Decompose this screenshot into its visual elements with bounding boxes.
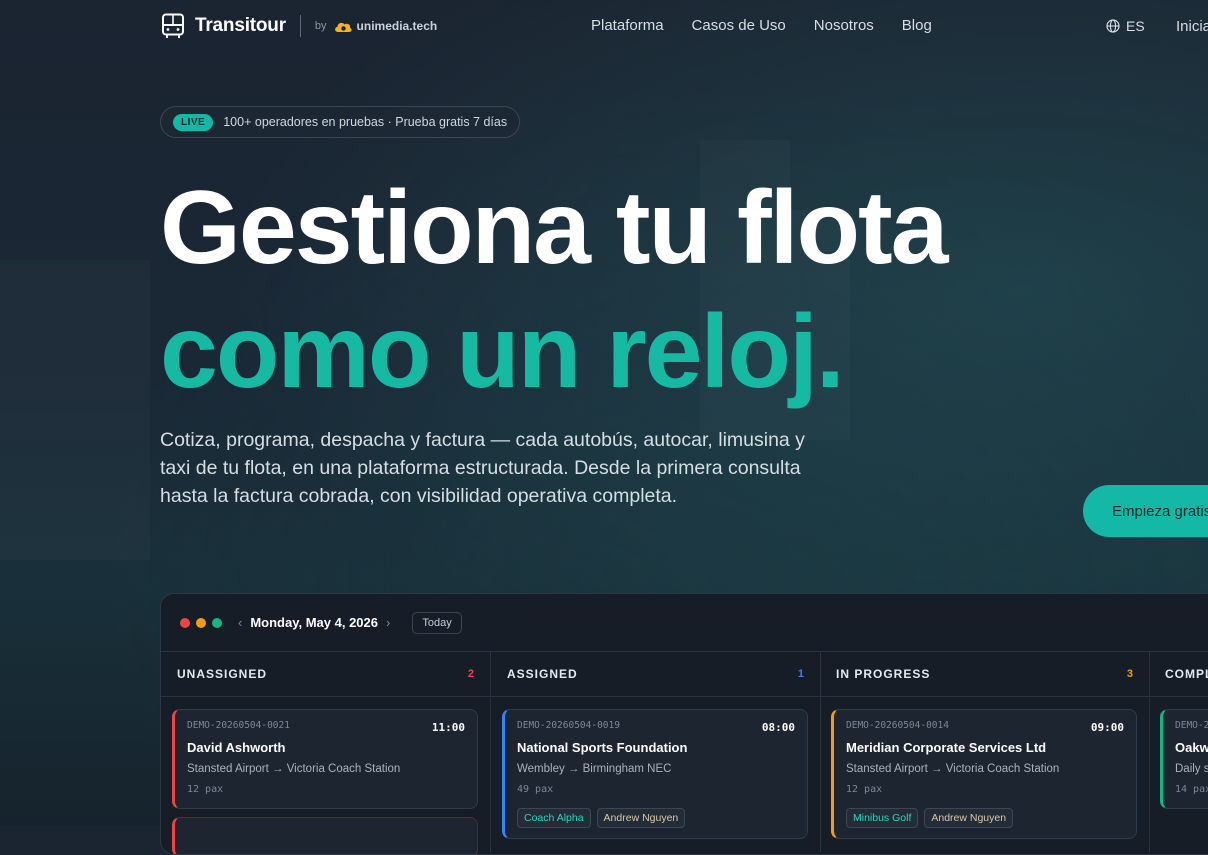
- trip-route: Stansted Airport → Victoria Coach Statio…: [846, 763, 1060, 775]
- column-unassigned: UNASSIGNED 2 DEMO-20260504-0021 11:00 Da…: [161, 652, 491, 854]
- live-badge: LIVE 100+ operadores en pruebas · Prueba…: [160, 106, 521, 138]
- trip-card[interactable]: DEMO-20260504-0014 09:00 Meridian Corpor…: [831, 709, 1137, 839]
- globe-icon: [1106, 19, 1120, 33]
- trip-route: Daily s: [1175, 763, 1208, 775]
- window-maximize-dot: [212, 617, 222, 628]
- trip-pax: 12 pax: [846, 784, 883, 795]
- nav-link-nosotros[interactable]: Nosotros: [814, 17, 874, 34]
- brand-by-label: by: [314, 20, 327, 32]
- dispatch-board-preview: ‹ Monday, May 4, 2026 › Today UNASSIGNED…: [160, 593, 1208, 855]
- column-title: IN PROGRESS: [836, 667, 931, 681]
- brand-divider: [299, 15, 301, 37]
- driver-tag: Andrew Nguyen: [924, 808, 1014, 828]
- vehicle-tag: Minibus Golf: [846, 808, 919, 828]
- trip-time: 09:00: [1090, 721, 1124, 734]
- trip-tags: Coach Alpha Andrew Nguyen: [517, 808, 686, 828]
- chevron-right-icon[interactable]: ›: [386, 615, 390, 630]
- trip-id: DEMO-20260504-0021: [187, 720, 290, 731]
- trip-route: Stansted Airport → Victoria Coach Statio…: [187, 763, 401, 775]
- column-in-progress: IN PROGRESS 3 DEMO-20260504-0014 09:00 M…: [820, 652, 1150, 852]
- language-label: ES: [1126, 18, 1145, 34]
- column-count: 3: [1126, 668, 1133, 680]
- board-columns: UNASSIGNED 2 DEMO-20260504-0021 11:00 Da…: [161, 652, 1208, 854]
- window-close-dot: [180, 617, 190, 628]
- hero-headline-accent: como un reloj.: [160, 294, 845, 410]
- column-header: ASSIGNED 1: [491, 652, 820, 697]
- chevron-left-icon[interactable]: ‹: [238, 615, 242, 630]
- trip-client: David Ashworth: [187, 740, 286, 755]
- trip-client: Oakwood: [1175, 740, 1208, 755]
- brand-logo[interactable]: Transitour by unimedia.tech: [161, 12, 437, 40]
- board-date: Monday, May 4, 2026: [250, 615, 378, 630]
- nav-links: Plataforma Casos de Uso Nosotros Blog: [591, 17, 932, 34]
- partner-name: unimedia.tech: [356, 19, 438, 33]
- trip-client: National Sports Foundation: [517, 740, 688, 755]
- language-selector[interactable]: ES: [1106, 18, 1145, 34]
- driver-tag: Andrew Nguyen: [596, 808, 686, 828]
- column-header: UNASSIGNED 2: [161, 652, 490, 697]
- today-button[interactable]: Today: [412, 611, 462, 634]
- brand-name: Transitour: [195, 15, 286, 36]
- column-title: COMPLETED: [1165, 667, 1208, 681]
- column-header: IN PROGRESS 3: [820, 652, 1149, 697]
- board-toolbar: ‹ Monday, May 4, 2026 › Today: [161, 594, 1208, 652]
- column-header: COMPLETED: [1149, 652, 1208, 697]
- live-tag: LIVE: [173, 113, 214, 131]
- trip-card[interactable]: DEMO-20260504-0021 11:00 David Ashworth …: [172, 709, 478, 809]
- top-navigation: Transitour by unimedia.tech Plataforma C…: [0, 0, 1208, 54]
- hero-headline: Gestiona tu flota: [160, 170, 948, 286]
- trip-time: 08:00: [761, 721, 795, 734]
- nav-link-plataforma[interactable]: Plataforma: [591, 17, 664, 34]
- trip-tags: Minibus Golf Andrew Nguyen: [846, 808, 1014, 828]
- window-minimize-dot: [196, 617, 206, 628]
- trip-pax: 49 pax: [517, 784, 554, 795]
- column-count: 1: [797, 668, 804, 680]
- column-completed: COMPLETED DEMO-20260504-0011 Oakwood Dai…: [1149, 652, 1208, 852]
- trip-id: DEMO-20260504-0014: [846, 720, 949, 731]
- nav-link-casos-de-uso[interactable]: Casos de Uso: [692, 17, 786, 34]
- trip-pax: 14 pax: [1175, 784, 1208, 795]
- trip-client: Meridian Corporate Services Ltd: [846, 740, 1047, 755]
- bus-icon: [162, 13, 184, 38]
- vehicle-tag: Coach Alpha: [517, 808, 591, 828]
- column-count: 2: [467, 668, 474, 680]
- trip-id: DEMO-20260504-0011: [1175, 720, 1208, 731]
- nav-link-blog[interactable]: Blog: [902, 17, 932, 34]
- trip-card[interactable]: [172, 817, 478, 854]
- column-title: ASSIGNED: [507, 667, 578, 681]
- trip-card[interactable]: DEMO-20260504-0019 08:00 National Sports…: [502, 709, 808, 839]
- trip-route: Wembley → Birmingham NEC: [517, 763, 672, 775]
- trip-pax: 12 pax: [187, 784, 224, 795]
- trip-id: DEMO-20260504-0019: [517, 720, 620, 731]
- column-title: UNASSIGNED: [177, 667, 268, 681]
- start-free-button[interactable]: Empieza gratis: [1083, 485, 1208, 537]
- column-assigned: ASSIGNED 1 DEMO-20260504-0019 08:00 Nati…: [491, 652, 821, 852]
- trip-time: 11:00: [431, 721, 465, 734]
- cloud-icon: [334, 22, 352, 32]
- hero-description: Cotiza, programa, despacha y factura — c…: [160, 429, 805, 507]
- background-building: [0, 260, 150, 560]
- trip-card[interactable]: DEMO-20260504-0011 Oakwood Daily s 14 pa…: [1160, 709, 1208, 809]
- login-link[interactable]: Iniciar: [1176, 18, 1208, 35]
- live-badge-text: 100+ operadores en pruebas · Prueba grat…: [223, 115, 508, 129]
